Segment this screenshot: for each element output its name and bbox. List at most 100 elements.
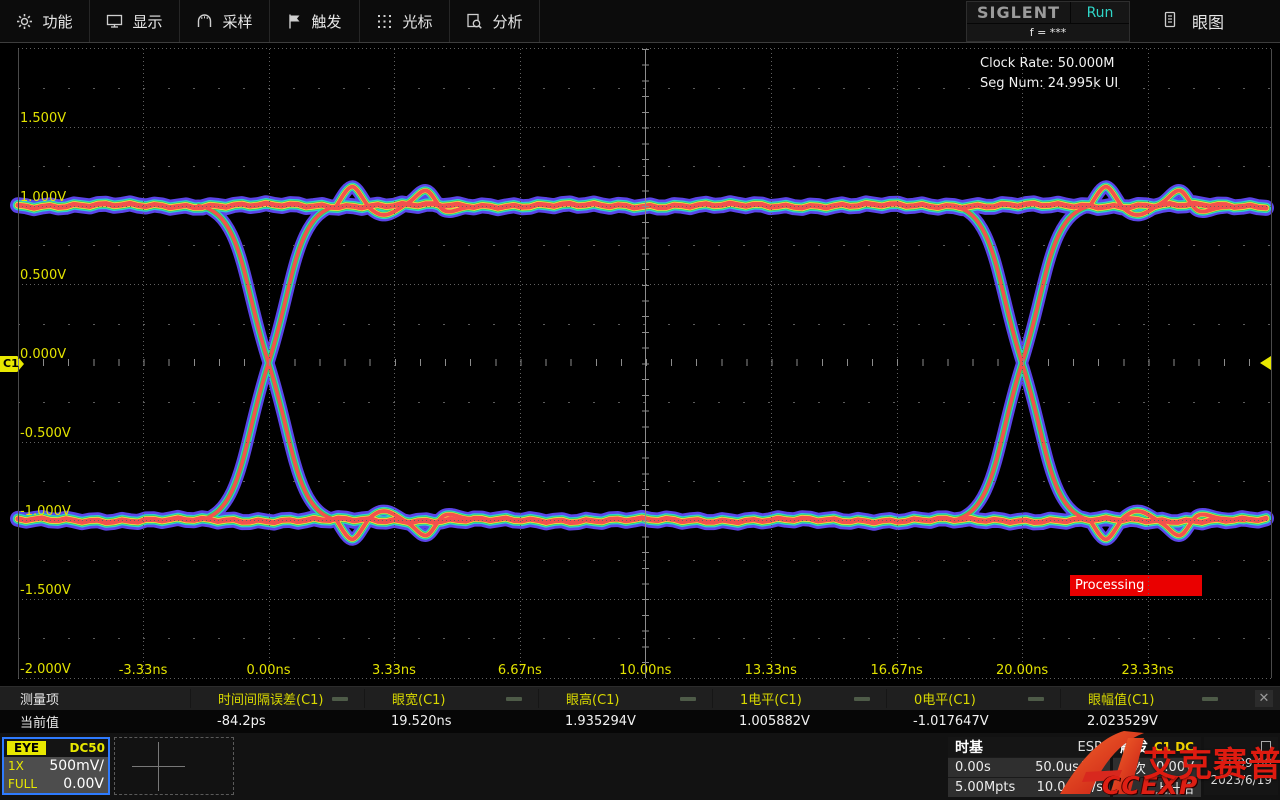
channel-bandwidth: FULL <box>8 777 37 791</box>
status-bar: EYE DC50 1X 500mV/ FULL 0.00V 时基 ESR 0.0… <box>0 733 1280 800</box>
center-horizontal-ticks <box>18 359 1271 366</box>
notice-icon <box>1261 741 1271 753</box>
analysis-icon <box>466 13 483 30</box>
menu-item-eye-diagram[interactable]: 眼图 <box>1152 0 1234 42</box>
cursor-grid-icon <box>376 13 393 30</box>
measure-header: 0电平(C1) <box>887 689 1028 708</box>
collapse-minus-icon[interactable] <box>680 697 696 701</box>
timebase-sample-rate: 10.0GSa/s <box>1037 780 1103 795</box>
measurement-header-row: 测量项 时间间隔误差(C1) 眼宽(C1) 眼高(C1) 1电平(C1)0电平(C1)… <box>0 687 1280 710</box>
menu-item-label: 触发 <box>311 11 341 32</box>
menu-item-label: 光标 <box>402 11 432 32</box>
measurement-value-row: 当前值 -84.2ps19.520ns1.935294V1.005882V-1.… <box>0 710 1280 733</box>
timebase-title: 时基 <box>955 737 983 757</box>
close-icon[interactable]: ✕ <box>1255 690 1273 707</box>
measure-column-2: 眼高(C1) <box>538 689 712 708</box>
menu-item-label: 采样 <box>222 11 252 32</box>
collapse-minus-icon[interactable] <box>854 697 870 701</box>
clipboard-icon <box>1162 11 1178 32</box>
trigger-source-coupling: C1 DC <box>1154 740 1194 754</box>
y-axis-label: -1.500V <box>20 583 71 598</box>
x-axis-label: 13.33ns <box>745 663 797 678</box>
grid-right-edge <box>1271 49 1272 678</box>
clock-rate-text: Clock Rate: 50.000M <box>980 54 1118 74</box>
menu-item-display[interactable]: 显示 <box>90 0 180 42</box>
oscilloscope-screen: 功能显示采样触发光标分析 SIGLENT Run f = *** 眼图 Cloc… <box>0 0 1280 800</box>
collapse-minus-icon[interactable] <box>1028 697 1044 701</box>
menubar: 功能 显示 采样 触发 光标 分析 SIGLENT Run f = *** 眼图 <box>0 0 1280 43</box>
display-icon <box>106 13 123 29</box>
menu-item-utility[interactable]: 功能 <box>0 0 90 42</box>
freq-counter: f = *** <box>967 24 1129 41</box>
timebase-descriptor-box[interactable]: 时基 ESR 0.00s 50.0us/div 5.00Mpts 10.0GSa… <box>948 737 1110 795</box>
menu-item-acquire[interactable]: 采样 <box>180 0 270 42</box>
measure-value: -1.017647V <box>886 714 1060 729</box>
trigger-title: 触发 <box>1120 737 1148 757</box>
measure-value: 2.023529V <box>1060 714 1234 729</box>
timebase-delay: 0.00s <box>955 760 991 775</box>
measure-current-label: 当前值 <box>0 712 190 731</box>
waveform-display-area: Clock Rate: 50.000M Seg Num: 24.995k UI … <box>0 43 1280 686</box>
flag-icon <box>287 13 302 30</box>
y-axis-label: -1.000V <box>20 504 71 519</box>
measure-column-3: 1电平(C1) <box>712 689 886 708</box>
timebase-scale: 50.0us/div <box>1035 760 1103 775</box>
channel-probe: 1X <box>8 759 24 773</box>
collapse-minus-icon[interactable] <box>1202 697 1218 701</box>
crosshair-icon <box>158 742 159 791</box>
trigger-descriptor-box[interactable]: 触发 C1 DC 单次 0.00V 上升沿 <box>1113 737 1201 795</box>
y-axis-label: 0.500V <box>20 268 66 283</box>
trigger-slope: 上升沿 <box>1155 778 1194 797</box>
measure-header: 眼高(C1) <box>539 689 680 708</box>
empty-channel-slot[interactable] <box>114 737 234 795</box>
measure-value: 1.935294V <box>538 714 712 729</box>
menu-item-analysis[interactable]: 分析 <box>450 0 540 42</box>
channel-coupling: DC50 <box>70 741 105 755</box>
x-axis-label: 6.67ns <box>498 663 542 678</box>
measure-column-5: 眼幅值(C1) <box>1060 689 1234 708</box>
y-axis-label: -0.500V <box>20 426 71 441</box>
brand-box: SIGLENT Run f = *** <box>966 1 1130 42</box>
channel-scale: 500mV/ <box>49 758 104 774</box>
x-axis-label: 3.33ns <box>372 663 416 678</box>
menu-items: 功能 显示 采样 触发 光标 分析 <box>0 0 540 42</box>
measure-value: -84.2ps <box>190 714 364 729</box>
channel-name-badge: EYE <box>7 741 46 755</box>
collapse-minus-icon[interactable] <box>332 697 348 701</box>
menu-item-cursors[interactable]: 光标 <box>360 0 450 42</box>
menu-item-label: 分析 <box>492 11 522 32</box>
channel-descriptor-box[interactable]: EYE DC50 1X 500mV/ FULL 0.00V <box>2 737 110 795</box>
seg-num-text: Seg Num: 24.995k UI <box>980 74 1118 94</box>
timebase-memory: 5.00Mpts <box>955 780 1015 795</box>
measure-column-4: 0电平(C1) <box>886 689 1060 708</box>
run-state-indicator[interactable]: Run <box>1071 2 1129 23</box>
trigger-mode: 单次 <box>1120 758 1146 777</box>
x-axis-label: 20.00ns <box>996 663 1048 678</box>
x-axis-label: 0.00ns <box>247 663 291 678</box>
siglent-logo: SIGLENT <box>967 2 1071 23</box>
menu-item-label: 显示 <box>132 11 162 32</box>
gear-icon <box>16 13 33 30</box>
measure-header: 时间间隔误差(C1) <box>191 689 332 708</box>
processing-badge: Processing <box>1070 575 1202 596</box>
measure-item-header: 测量项 <box>0 689 190 708</box>
menu-item-trigger[interactable]: 触发 <box>270 0 360 42</box>
trigger-level: 0.00V <box>1156 760 1194 775</box>
acquire-icon <box>196 13 213 29</box>
timebase-mode: ESR <box>1078 740 1104 755</box>
menu-item-label: 功能 <box>42 11 72 32</box>
x-axis-label: 23.33ns <box>1121 663 1173 678</box>
eye-diagram-menu-label: 眼图 <box>1192 9 1224 33</box>
channel-offset: 0.00V <box>63 776 104 792</box>
x-axis-label: -3.33ns <box>119 663 168 678</box>
datetime-box[interactable]: 11:09:08 2023/6/19 <box>1204 737 1278 795</box>
measure-header: 眼宽(C1) <box>365 689 506 708</box>
y-axis-label: 1.000V <box>20 190 66 205</box>
measure-column-0: 时间间隔误差(C1) <box>190 689 364 708</box>
measure-header: 眼幅值(C1) <box>1061 689 1202 708</box>
measure-value: 19.520ns <box>364 714 538 729</box>
measure-value: 1.005882V <box>712 714 886 729</box>
y-axis-label: -2.000V <box>20 662 71 677</box>
collapse-minus-icon[interactable] <box>506 697 522 701</box>
clock-date: 2023/6/19 <box>1210 773 1272 787</box>
